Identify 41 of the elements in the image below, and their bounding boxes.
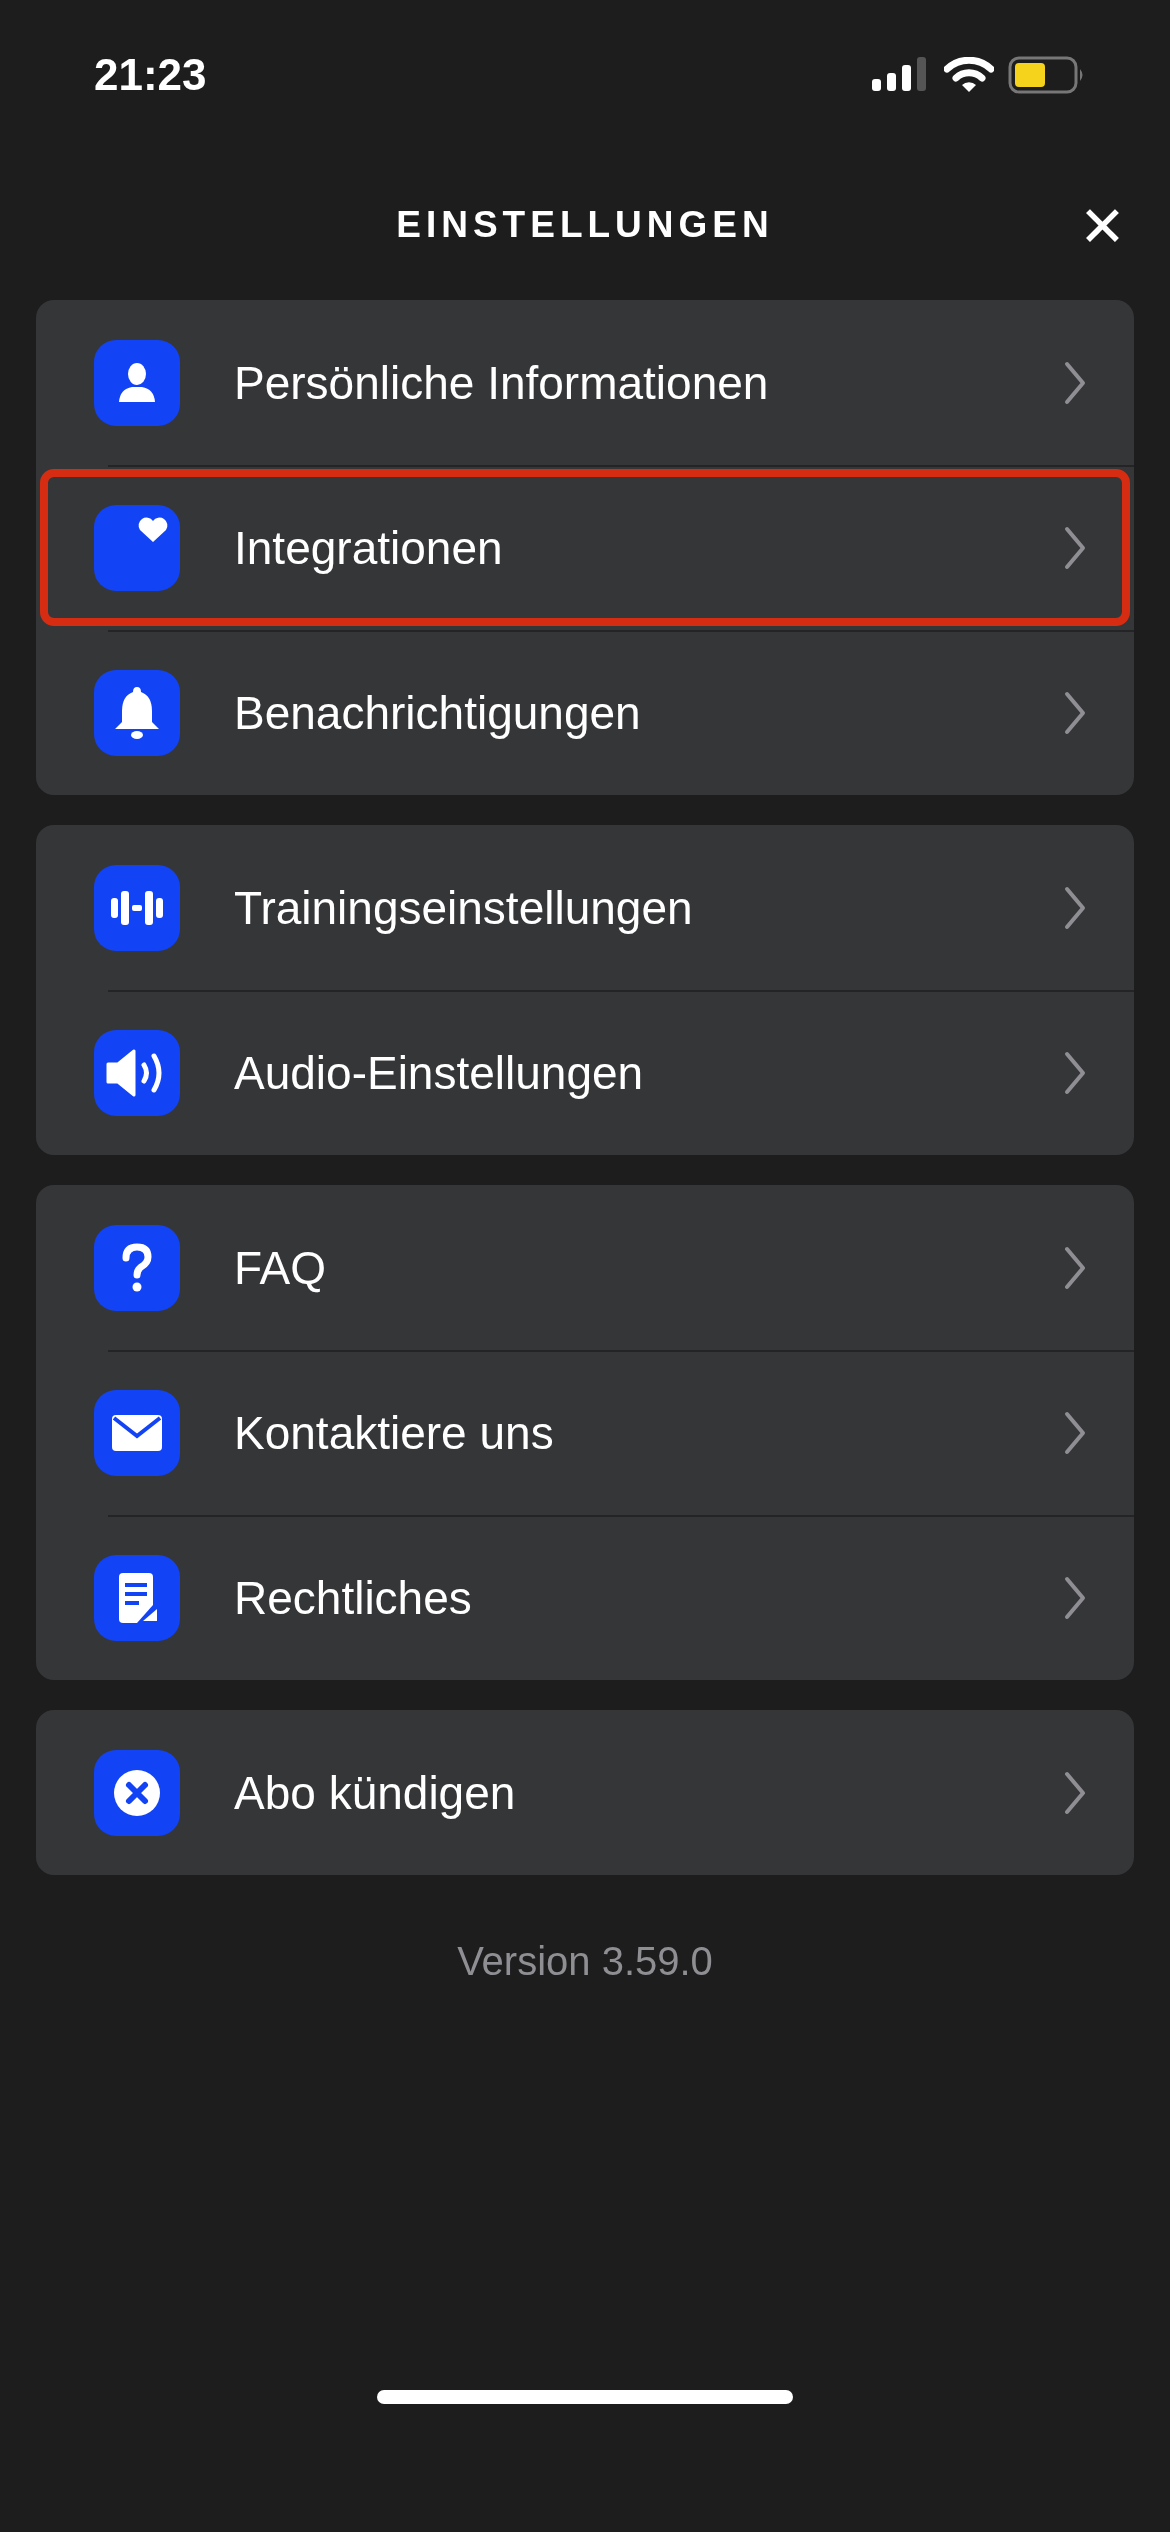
settings-label: Integrationen — [234, 520, 504, 575]
settings-label: Trainingseinstellungen — [234, 880, 694, 935]
person-icon — [94, 339, 180, 426]
settings-label: Persönliche Informationen — [234, 355, 770, 410]
chevron-icon — [1064, 1050, 1086, 1095]
heart-icon — [94, 504, 180, 591]
status-time: 21:23 — [94, 50, 207, 100]
settings-row[interactable]: Audio-Einstellungen — [36, 990, 1134, 1155]
settings-row[interactable]: FAQ — [36, 1185, 1134, 1350]
chevron-icon — [1064, 1770, 1086, 1815]
chevron-icon — [1064, 885, 1086, 930]
document-icon — [94, 1554, 180, 1641]
chevron-icon — [1064, 1410, 1086, 1455]
settings-row[interactable]: Rechtliches — [36, 1515, 1134, 1680]
question-icon — [94, 1224, 180, 1311]
cancel-icon — [94, 1749, 180, 1836]
settings-row[interactable]: Integrationen — [36, 465, 1134, 630]
chevron-icon — [1064, 525, 1086, 570]
settings-row[interactable]: Trainingseinstellungen — [36, 825, 1134, 990]
bell-icon — [94, 669, 180, 756]
chevron-icon — [1064, 690, 1086, 735]
settings-label: Benachrichtigungen — [234, 685, 642, 740]
dumbbell-icon — [94, 864, 180, 951]
chevron-icon — [1064, 360, 1086, 405]
settings-label: FAQ — [234, 1240, 328, 1295]
settings-row[interactable]: Persönliche Informationen — [36, 300, 1134, 465]
wifi-icon — [944, 57, 994, 93]
settings-label: Audio-Einstellungen — [234, 1045, 645, 1100]
close-button[interactable]: ✕ — [1073, 194, 1132, 259]
settings-label: Kontaktiere uns — [234, 1405, 555, 1460]
settings-label: Rechtliches — [234, 1570, 473, 1625]
speaker-icon — [94, 1029, 180, 1116]
settings-row[interactable]: Benachrichtigungen — [36, 630, 1134, 795]
settings-row[interactable]: Abo kündigen — [36, 1710, 1134, 1875]
settings-row[interactable]: Kontaktiere uns — [36, 1350, 1134, 1515]
screen-title: EINSTELLUNGEN — [396, 204, 774, 246]
settings-label: Abo kündigen — [234, 1765, 517, 1820]
chevron-icon — [1064, 1575, 1086, 1620]
chevron-icon — [1064, 1245, 1086, 1290]
envelope-icon — [94, 1389, 180, 1476]
version-text: Version 3.59.0 — [456, 1939, 714, 1984]
